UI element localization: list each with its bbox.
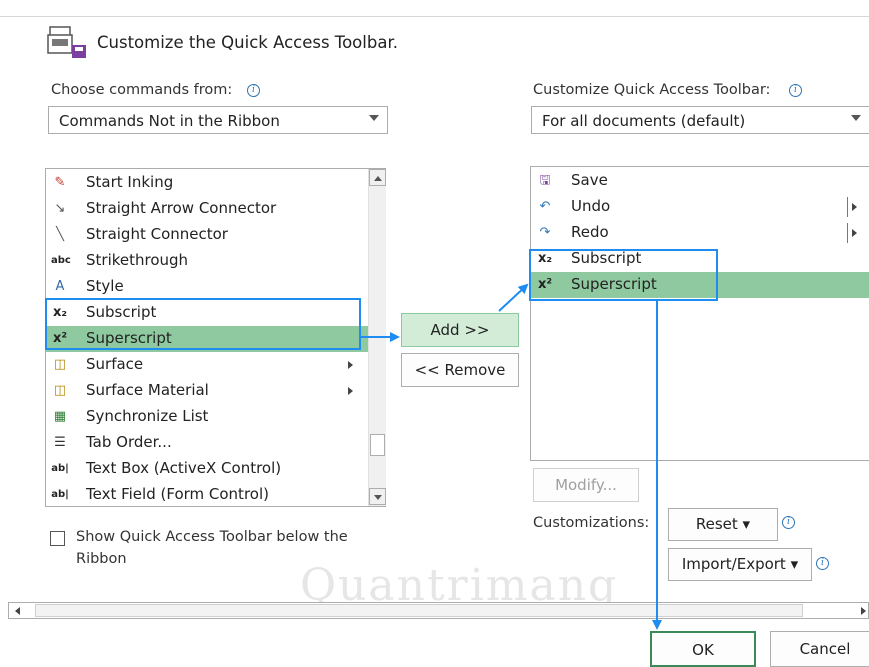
annotation-arrows xyxy=(361,283,662,630)
annotation-arrow-to-toolbar xyxy=(498,283,529,312)
